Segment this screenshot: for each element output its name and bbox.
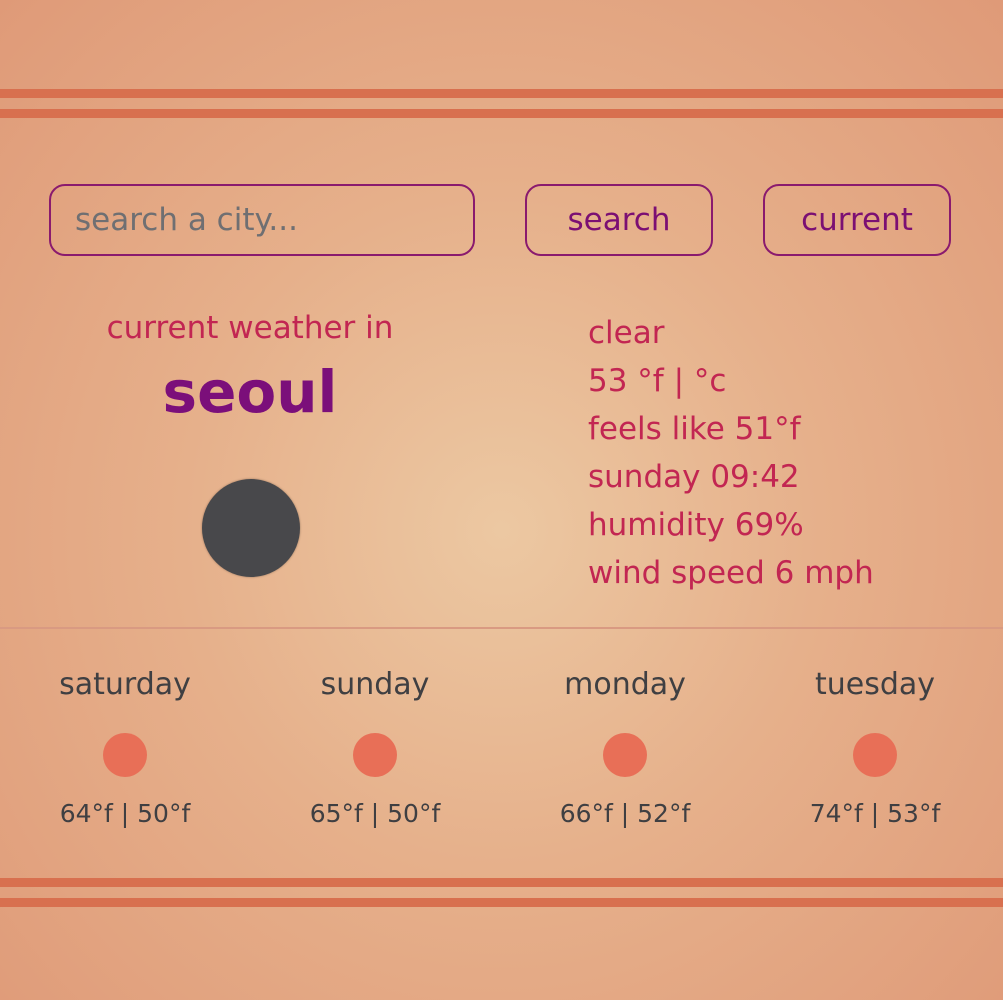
feels-like: feels like 51°f xyxy=(588,411,801,447)
current-location-button[interactable]: current xyxy=(763,184,951,256)
weather-icon xyxy=(202,479,300,577)
city-name: seoul xyxy=(162,358,338,426)
top-stripe xyxy=(0,89,1003,98)
search-input[interactable]: search a city... xyxy=(49,184,475,256)
forecast-day: saturday 64°f | 50°f xyxy=(0,660,250,834)
date-time: sunday 09:42 xyxy=(588,459,800,495)
humidity: humidity 69% xyxy=(588,507,804,543)
forecast-temps: 65°f | 50°f xyxy=(309,799,441,828)
bottom-stripe xyxy=(0,878,1003,887)
forecast-day: sunday 65°f | 50°f xyxy=(250,660,500,834)
forecast-temps: 66°f | 52°f xyxy=(559,799,691,828)
forecast-day-name: tuesday xyxy=(814,667,936,702)
bottom-stripe xyxy=(0,898,1003,907)
weather-description: clear xyxy=(588,315,665,351)
search-button-label: search xyxy=(567,202,671,238)
sun-icon xyxy=(853,733,897,777)
temperature: 53 °f | °c xyxy=(588,363,727,399)
wind-speed: wind speed 6 mph xyxy=(588,555,874,591)
current-button-label: current xyxy=(801,202,913,238)
forecast-day-name: saturday xyxy=(59,667,191,702)
search-placeholder: search a city... xyxy=(75,202,298,238)
sun-icon xyxy=(103,733,147,777)
forecast-day-name: monday xyxy=(564,667,686,702)
divider xyxy=(0,627,1003,629)
forecast-temps: 74°f | 53°f xyxy=(809,799,941,828)
top-stripe xyxy=(0,109,1003,118)
forecast-temps: 64°f | 50°f xyxy=(59,799,191,828)
search-button[interactable]: search xyxy=(525,184,713,256)
current-weather-label: current weather in xyxy=(106,310,394,346)
sun-icon xyxy=(603,733,647,777)
sun-icon xyxy=(353,733,397,777)
forecast-day-name: sunday xyxy=(320,667,430,702)
forecast-day: tuesday 74°f | 53°f xyxy=(750,660,1000,834)
weather-details: clear 53 °f | °c feels like 51°f sunday … xyxy=(588,309,874,597)
forecast-day: monday 66°f | 52°f xyxy=(500,660,750,834)
